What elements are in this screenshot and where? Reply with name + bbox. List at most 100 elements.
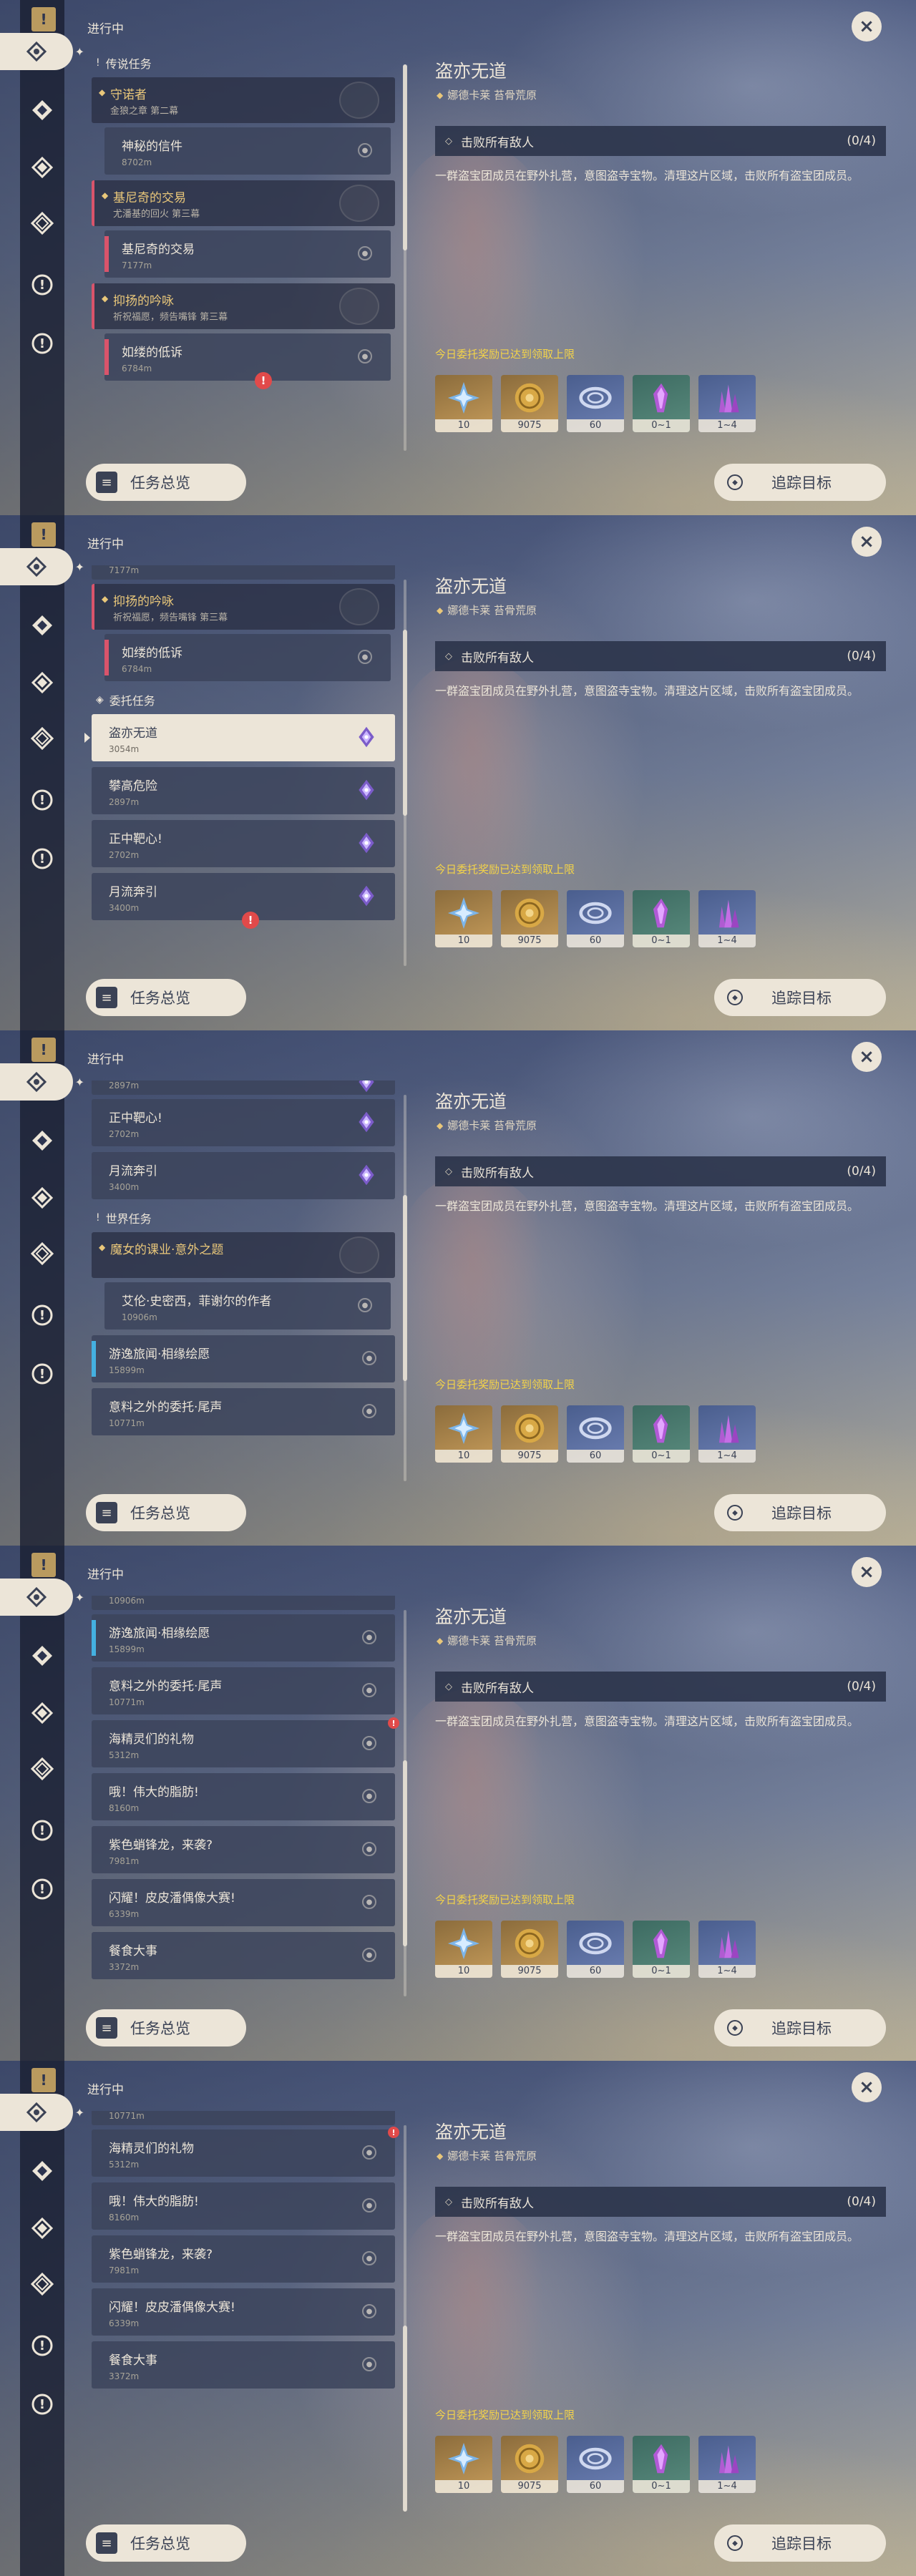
list-item[interactable]: 紫色蛸锋龙，来袭? 7981m ● xyxy=(92,2235,395,2283)
reward-item[interactable]: 10 xyxy=(435,375,492,432)
reward-item[interactable]: 9075 xyxy=(501,1921,558,1978)
list-item[interactable]: 游逸旅闻·相缘绘愿 15899m ● xyxy=(92,1614,395,1662)
list-item[interactable]: 正中靶心! 2702m xyxy=(92,1099,395,1146)
quest-overview-button[interactable]: ≡ 任务总览 xyxy=(86,464,246,501)
map-pin-icon[interactable]: ● xyxy=(358,650,372,664)
star-quest-icon[interactable]: ! xyxy=(27,270,57,300)
list-item[interactable]: 哦！伟大的脂肪! 8160m ● xyxy=(92,2182,395,2230)
track-objective-button[interactable]: ◆ 追踪目标 xyxy=(714,1494,886,1531)
map-pin-icon[interactable]: ● xyxy=(362,2145,376,2160)
map-pin-icon[interactable]: ● xyxy=(362,1842,376,1856)
close-button[interactable]: × xyxy=(852,2072,882,2102)
reward-item[interactable]: 1~4 xyxy=(698,1921,756,1978)
star-quest-icon[interactable]: ! xyxy=(27,785,57,815)
map-pin-icon[interactable]: ● xyxy=(358,143,372,157)
quest-overview-button[interactable]: ≡ 任务总览 xyxy=(86,979,246,1016)
star-quest-icon[interactable]: ! xyxy=(27,1815,57,1845)
reward-item[interactable]: 60 xyxy=(567,2436,624,2493)
list-item[interactable]: 艾伦·史密西，菲谢尔的作者 10906m ● xyxy=(104,1282,391,1330)
map-pin-icon[interactable]: ● xyxy=(358,1298,372,1312)
exclamation-icon[interactable]: ! xyxy=(27,1874,57,1904)
list-item[interactable]: 意料之外的委托·尾声 10771m ● xyxy=(92,1667,395,1714)
list-item-partial[interactable]: 2897m xyxy=(92,1080,395,1095)
commission-icon[interactable] xyxy=(27,2156,57,2186)
list-item[interactable]: 月流奔引 3400m xyxy=(92,1152,395,1199)
exclamation-icon[interactable]: ! xyxy=(27,328,57,358)
star-quest-icon[interactable]: ! xyxy=(27,2331,57,2361)
list-item[interactable]: 攀高危险 2897m xyxy=(92,767,395,814)
list-item[interactable]: 餐食大事 3372m ● xyxy=(92,2341,395,2389)
reward-item[interactable]: 60 xyxy=(567,890,624,947)
map-pin-icon[interactable]: ● xyxy=(362,2304,376,2318)
close-button[interactable]: × xyxy=(852,1042,882,1072)
track-objective-button[interactable]: ◆ 追踪目标 xyxy=(714,2009,886,2046)
close-button[interactable]: × xyxy=(852,11,882,42)
list-item[interactable]: 餐食大事 3372m ● xyxy=(92,1932,395,1979)
close-button[interactable]: × xyxy=(852,1557,882,1587)
map-pin-icon[interactable]: ● xyxy=(362,2357,376,2371)
reward-item[interactable]: 10 xyxy=(435,1405,492,1463)
map-pin-icon[interactable]: ● xyxy=(362,2198,376,2212)
list-item-partial[interactable]: 10906m xyxy=(92,1596,395,1610)
map-pin-icon[interactable]: ● xyxy=(362,1404,376,1418)
reward-item[interactable]: 0~1 xyxy=(633,890,690,947)
reward-item[interactable]: 1~4 xyxy=(698,1405,756,1463)
list-item[interactable]: 海精灵们的礼物 5312m ●! xyxy=(92,1717,399,1767)
list-item[interactable]: 海精灵们的礼物 5312m ●! xyxy=(92,2127,399,2177)
diamond-compass-icon[interactable] xyxy=(27,2213,57,2243)
map-pin-icon[interactable]: ● xyxy=(362,1948,376,1962)
track-objective-button[interactable]: ◆ 追踪目标 xyxy=(714,979,886,1016)
diamond-compass-icon[interactable] xyxy=(27,152,57,182)
reward-item[interactable]: 1~4 xyxy=(698,890,756,947)
map-pin-icon[interactable]: ● xyxy=(362,1736,376,1750)
quest-overview-button[interactable]: ≡ 任务总览 xyxy=(86,2009,246,2046)
reward-item[interactable]: 1~4 xyxy=(698,375,756,432)
commission-icon[interactable] xyxy=(27,1641,57,1671)
quest-chapter[interactable]: ◆ 守诺者 金狼之章 第二幕 xyxy=(92,77,395,123)
map-pin-icon[interactable]: ● xyxy=(362,1895,376,1909)
quest-overview-button[interactable]: ≡ 任务总览 xyxy=(86,1494,246,1531)
track-objective-button[interactable]: ◆ 追踪目标 xyxy=(714,464,886,501)
quest-chapter[interactable]: ◆ 抑扬的吟咏 祈祝福愿，频告嘴锋 第三幕 xyxy=(92,584,395,630)
list-item[interactable]: 游逸旅闻·相缘绘愿 15899m ● xyxy=(92,1335,395,1382)
map-pin-icon[interactable]: ● xyxy=(362,1789,376,1803)
list-item-partial[interactable]: 7177m xyxy=(92,565,395,580)
close-button[interactable]: × xyxy=(852,527,882,557)
reward-item[interactable]: 9075 xyxy=(501,2436,558,2493)
quest-book-icon[interactable] xyxy=(0,1063,84,1101)
quest-book-icon[interactable] xyxy=(0,1579,84,1616)
reward-item[interactable]: 10 xyxy=(435,2436,492,2493)
reward-item[interactable]: 10 xyxy=(435,1921,492,1978)
reward-item[interactable]: 9075 xyxy=(501,375,558,432)
reward-item[interactable]: 9075 xyxy=(501,1405,558,1463)
quest-chapter[interactable]: ◆ 基尼奇的交易 尤潘基的回火 第三幕 xyxy=(92,180,395,226)
world-quest-icon[interactable] xyxy=(27,208,57,238)
map-pin-icon[interactable]: ● xyxy=(362,1683,376,1697)
list-item[interactable]: 神秘的信件 8702m ● xyxy=(104,127,391,175)
quest-book-icon[interactable] xyxy=(0,2094,84,2131)
list-item[interactable]: 意料之外的委托·尾声 10771m ● xyxy=(92,1388,395,1435)
reward-item[interactable]: 60 xyxy=(567,375,624,432)
quest-chapter[interactable]: ◆ 抑扬的吟咏 祈祝福愿，频告嘴锋 第三幕 xyxy=(92,283,395,329)
list-item[interactable]: 基尼奇的交易 7177m ● xyxy=(104,230,391,278)
map-pin-icon[interactable]: ● xyxy=(358,349,372,364)
list-item[interactable]: 闪耀！皮皮潘偶像大赛! 6339m ● xyxy=(92,1879,395,1926)
list-item-partial[interactable]: 10771m xyxy=(92,2111,395,2125)
diamond-compass-icon[interactable] xyxy=(27,1183,57,1213)
commission-icon[interactable] xyxy=(27,610,57,640)
map-pin-icon[interactable]: ● xyxy=(362,2251,376,2265)
quest-chapter[interactable]: ◆ 魔女的课业·意外之题 xyxy=(92,1232,395,1278)
exclamation-icon[interactable]: ! xyxy=(27,2389,57,2419)
list-item[interactable]: 如缕的低诉 6784m ●! xyxy=(104,333,391,389)
world-quest-icon[interactable] xyxy=(27,723,57,753)
commission-icon[interactable] xyxy=(27,1126,57,1156)
reward-item[interactable]: 60 xyxy=(567,1921,624,1978)
star-quest-icon[interactable]: ! xyxy=(27,1300,57,1330)
reward-item[interactable]: 9075 xyxy=(501,890,558,947)
reward-item[interactable]: 10 xyxy=(435,890,492,947)
diamond-compass-icon[interactable] xyxy=(27,1698,57,1728)
reward-item[interactable]: 0~1 xyxy=(633,2436,690,2493)
track-objective-button[interactable]: ◆ 追踪目标 xyxy=(714,2524,886,2562)
quest-book-icon[interactable] xyxy=(0,33,84,70)
exclamation-icon[interactable]: ! xyxy=(27,844,57,874)
